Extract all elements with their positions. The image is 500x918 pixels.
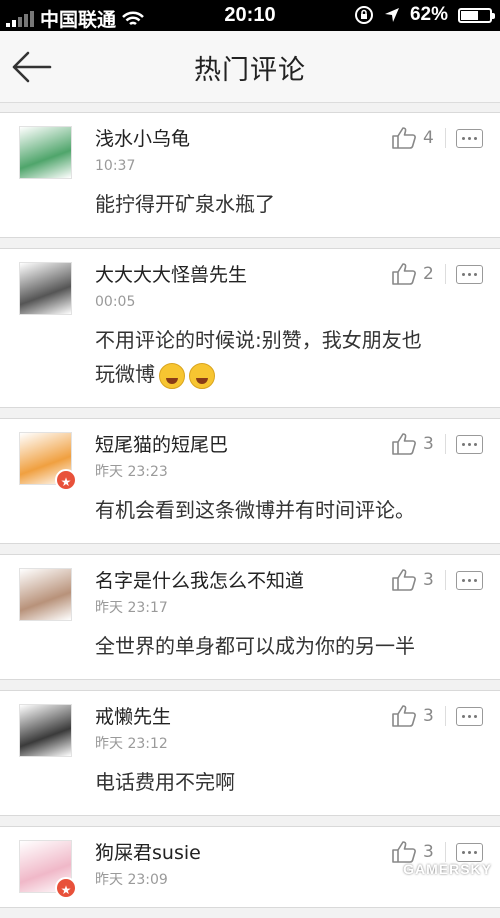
battery-percent: 62%	[409, 4, 448, 25]
action-divider	[445, 128, 446, 148]
comment-time: 00:05	[95, 294, 136, 310]
avatar[interactable]	[19, 262, 72, 315]
battery-icon	[458, 7, 495, 23]
emoji-group	[155, 362, 215, 389]
like-count: 3	[423, 434, 434, 454]
verified-badge-icon: ★	[55, 469, 77, 491]
battery-fill	[461, 10, 479, 20]
more-options-button[interactable]	[456, 434, 483, 454]
comment-text-content: 不用评论的时候说:别赞，我女朋友也玩微博	[95, 328, 422, 386]
comment-item[interactable]: 大大大大怪兽先生 00:05 不用评论的时候说:别赞，我女朋友也玩微博 2	[0, 248, 500, 408]
comment-text: 能拧得开矿泉水瓶了	[95, 187, 440, 221]
laughing-emoji-icon	[189, 362, 215, 389]
more-options-button[interactable]	[456, 706, 483, 726]
rotation-lock-icon	[354, 6, 373, 24]
more-options-button[interactable]	[456, 842, 483, 862]
page-title: 热门评论	[194, 55, 306, 86]
comment-time: 昨天 23:12	[95, 736, 168, 752]
like-count: 3	[423, 706, 434, 726]
like-button[interactable]: 4	[391, 126, 437, 150]
comment-item[interactable]: ★ 短尾猫的短尾巴 昨天 23:23 有机会看到这条微博并有时间评论。 3	[0, 418, 500, 544]
action-divider	[445, 434, 446, 454]
verified-badge-icon: ★	[55, 877, 77, 899]
like-count: 2	[423, 264, 434, 284]
more-options-button[interactable]	[456, 570, 483, 590]
comment-text: 全世界的单身都可以成为你的另一半	[95, 629, 440, 663]
thumbs-up-icon	[392, 263, 416, 285]
avatar[interactable]	[19, 704, 72, 757]
status-bar: 中国联通 20:10 62%	[0, 0, 500, 31]
like-count: 3	[423, 570, 434, 590]
action-divider	[445, 842, 446, 862]
comment-text-content: 全世界的单身都可以成为你的另一半	[95, 634, 415, 658]
comment-text: 不用评论的时候说:别赞，我女朋友也玩微博	[95, 323, 440, 391]
comment-text: 有机会看到这条微博并有时间评论。	[95, 493, 440, 527]
comment-time: 昨天 23:23	[95, 464, 168, 480]
nav-bar: 热门评论	[0, 31, 500, 103]
comment-text-content: 有机会看到这条微博并有时间评论。	[95, 498, 415, 522]
thumbs-up-icon	[392, 705, 416, 727]
avatar[interactable]	[19, 568, 72, 621]
status-right: 62%	[354, 4, 495, 26]
action-divider	[445, 264, 446, 284]
like-button[interactable]: 2	[391, 262, 437, 286]
thumbs-up-icon	[392, 569, 416, 591]
comment-item[interactable]: 戒懒先生 昨天 23:12 电话费用不完啊 3	[0, 690, 500, 816]
comment-actions: 2	[391, 262, 483, 286]
avatar[interactable]	[19, 126, 72, 179]
comment-actions: 3	[391, 432, 483, 456]
thumbs-up-icon	[392, 433, 416, 455]
comment-time: 昨天 23:17	[95, 600, 168, 616]
watermark: GAMERSKY	[403, 861, 492, 877]
location-arrow-icon	[384, 8, 399, 22]
more-options-button[interactable]	[456, 128, 483, 148]
comment-text: 电话费用不完啊	[95, 765, 440, 799]
more-options-button[interactable]	[456, 264, 483, 284]
comment-actions: 3	[391, 704, 483, 728]
comment-time: 10:37	[95, 158, 136, 174]
like-count: 3	[423, 842, 434, 862]
comment-item[interactable]: 名字是什么我怎么不知道 昨天 23:17 全世界的单身都可以成为你的另一半 3	[0, 554, 500, 680]
comment-text-content: 电话费用不完啊	[95, 770, 235, 794]
laughing-emoji-icon	[159, 362, 185, 389]
comment-actions: 3	[391, 568, 483, 592]
comment-actions: 4	[391, 126, 483, 150]
like-count: 4	[423, 128, 434, 148]
action-divider	[445, 570, 446, 590]
comment-list: 浅水小乌龟 10:37 能拧得开矿泉水瓶了 4 大大大大怪兽先生 00:05 不…	[0, 112, 500, 918]
action-divider	[445, 706, 446, 726]
like-button[interactable]: 3	[391, 568, 437, 592]
comment-item[interactable]: 浅水小乌龟 10:37 能拧得开矿泉水瓶了 4	[0, 112, 500, 238]
like-button[interactable]: 3	[391, 432, 437, 456]
like-button[interactable]: 3	[391, 704, 437, 728]
comment-text-content: 能拧得开矿泉水瓶了	[95, 192, 275, 216]
thumbs-up-icon	[392, 127, 416, 149]
